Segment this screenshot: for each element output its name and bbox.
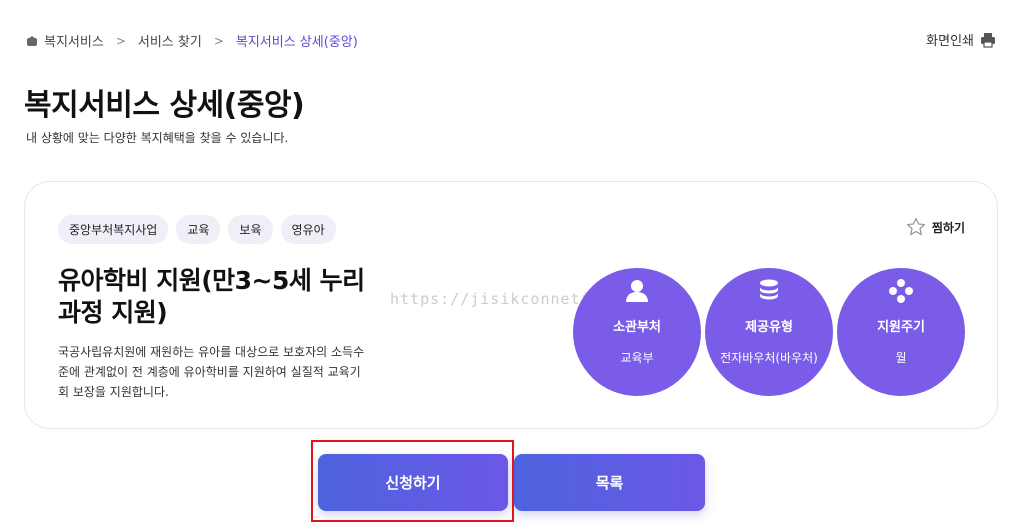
info-value: 교육부	[620, 351, 654, 365]
info-circle-cycle: 지원주기 월	[837, 268, 965, 396]
service-card: 중앙부처복지사업 교육 보육 영유아 찜하기 유아학비 지원(만3~5세 누리과…	[24, 181, 998, 429]
page-subtitle: 내 상황에 맞는 다양한 복지혜택을 찾을 수 있습니다.	[26, 131, 289, 145]
favorite-button[interactable]: 찜하기	[906, 217, 965, 237]
favorite-label: 찜하기	[931, 220, 965, 235]
breadcrumb: 복지서비스 > 서비스 찾기 > 복지서비스 상세(중앙)	[26, 31, 358, 50]
info-label: 지원주기	[877, 320, 925, 335]
info-label: 소관부처	[613, 320, 661, 335]
highlight-box	[311, 440, 514, 522]
tag-list: 중앙부처복지사업 교육 보육 영유아	[58, 215, 336, 244]
home-icon[interactable]	[26, 35, 38, 47]
tag: 보육	[228, 215, 273, 244]
breadcrumb-separator: >	[115, 33, 126, 48]
page-title: 복지서비스 상세(중앙)	[24, 88, 305, 123]
print-button[interactable]: 화면인쇄	[926, 30, 996, 49]
list-button[interactable]: 목록	[514, 454, 705, 511]
breadcrumb-separator: >	[213, 33, 224, 48]
info-circle-department: 소관부처 교육부	[573, 268, 701, 396]
tag: 교육	[176, 215, 221, 244]
printer-icon	[980, 32, 996, 48]
diamond-dots-icon	[888, 278, 914, 304]
info-circle-type: 제공유형 전자바우처(바우처)	[705, 268, 833, 396]
service-info: 소관부처 교육부 제공유형 전자바우처(바우처) 지원주기 월	[573, 268, 969, 396]
tag: 중앙부처복지사업	[58, 215, 169, 244]
breadcrumb-item-welfare[interactable]: 복지서비스	[44, 31, 104, 50]
star-icon	[906, 217, 926, 237]
person-icon	[624, 278, 650, 304]
coins-icon	[756, 278, 782, 304]
breadcrumb-item-find[interactable]: 서비스 찾기	[138, 31, 202, 50]
info-label: 제공유형	[745, 320, 793, 335]
print-label: 화면인쇄	[926, 34, 974, 49]
info-value: 월	[895, 351, 907, 365]
tag: 영유아	[280, 215, 336, 244]
service-description: 국공사립유치원에 재원하는 유아를 대상으로 보호자의 소득수준에 관계없이 전…	[58, 345, 365, 399]
service-title: 유아학비 지원(만3~5세 누리과정 지원)	[58, 266, 365, 327]
info-value: 전자바우처(바우처)	[720, 351, 818, 365]
breadcrumb-item-current: 복지서비스 상세(중앙)	[235, 35, 358, 50]
